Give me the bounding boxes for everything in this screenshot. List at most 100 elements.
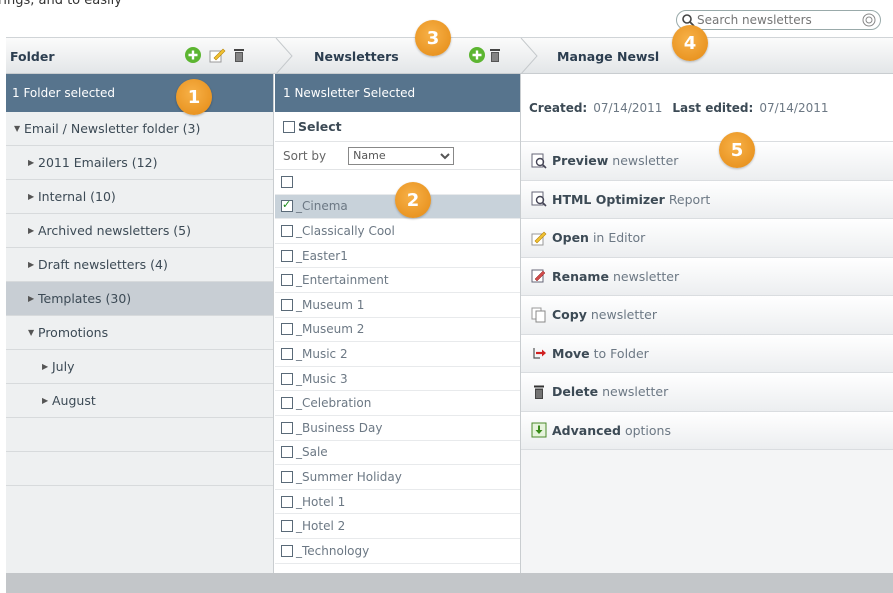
clear-search-icon[interactable] [862, 13, 876, 27]
folder-label: Archived newsletters (5) [38, 223, 192, 238]
newsletter-label: _Business Day [296, 420, 383, 435]
newsletter-checkbox[interactable] [281, 274, 293, 287]
action-bold: Move [552, 345, 590, 361]
delete-folder-icon[interactable] [230, 46, 248, 64]
edit-folder-icon[interactable] [208, 46, 226, 64]
newsletter-item[interactable]: _Entertainment [275, 268, 520, 293]
folder-label: Promotions [38, 325, 109, 340]
advanced-icon [531, 422, 547, 438]
folder-label: Templates (30) [38, 291, 132, 306]
folder-item-archived[interactable]: ▶ Archived newsletters (5) [6, 214, 273, 248]
footer-bar [6, 573, 893, 593]
folder-label: Internal (10) [38, 189, 116, 204]
move-action[interactable]: Move to Folder [521, 334, 893, 373]
folder-item-july[interactable]: ▶ July [6, 350, 273, 384]
collapsed-arrow-icon[interactable]: ▶ [28, 158, 38, 167]
newsletter-checkbox[interactable] [281, 544, 293, 557]
collapsed-arrow-icon[interactable]: ▶ [28, 226, 38, 235]
manage-column-title: Manage Newsl [557, 48, 660, 64]
add-folder-icon[interactable] [184, 46, 202, 64]
folder-empty-row [6, 418, 273, 452]
action-list: Preview newsletter HTML Optimizer Report O… [521, 142, 893, 450]
collapsed-arrow-icon[interactable]: ▶ [42, 396, 52, 405]
folder-label: Draft newsletters (4) [38, 257, 168, 272]
folder-item-august[interactable]: ▶ August [6, 384, 273, 418]
sort-select[interactable]: Name [348, 146, 455, 165]
newsletter-checkbox[interactable] [281, 470, 293, 483]
newsletter-checkbox[interactable] [281, 421, 293, 434]
newsletter-item[interactable]: _Sale [275, 441, 520, 466]
folder-item-promotions[interactable]: ▼ Promotions [6, 316, 273, 350]
delete-newsletter-icon[interactable] [486, 46, 504, 64]
newsletter-checkbox[interactable] [281, 249, 293, 262]
newsletter-label: _Entertainment [296, 273, 389, 288]
search-box[interactable] [676, 10, 881, 30]
folder-item-templates[interactable]: ▶ Templates (30) [6, 282, 273, 316]
newsletter-checkbox[interactable] [281, 372, 293, 385]
newsletter-item[interactable]: _Museum 2 [275, 318, 520, 343]
newsletter-item[interactable]: _Classically Cool [275, 219, 520, 244]
newsletter-checkbox[interactable] [281, 397, 293, 410]
folder-item-email-newsletter[interactable]: ▼ Email / Newsletter folder (3) [6, 112, 273, 146]
action-bold: Open [552, 230, 589, 246]
folder-label: July [52, 359, 75, 374]
newsletter-item[interactable]: _Celebration [275, 391, 520, 416]
expanded-arrow-icon[interactable]: ▼ [28, 328, 38, 337]
newsletter-item[interactable]: _Business Day [275, 416, 520, 441]
newsletter-checkbox[interactable] [281, 347, 293, 360]
folder-item-draft[interactable]: ▶ Draft newsletters (4) [6, 248, 273, 282]
action-text: options [624, 422, 671, 438]
newsletter-list: _Cinema _Classically Cool _Easter1 _Ente… [275, 170, 520, 564]
newsletter-item[interactable]: _Hotel 2 [275, 514, 520, 539]
select-all-label: Select [298, 119, 342, 134]
action-text: newsletter [602, 384, 669, 400]
html-optimizer-action[interactable]: HTML Optimizer Report [521, 180, 893, 219]
action-text: Report [668, 191, 711, 207]
newsletter-item[interactable]: _Music 3 [275, 367, 520, 392]
folder-label: 2011 Emailers (12) [38, 155, 158, 170]
collapsed-arrow-icon[interactable]: ▶ [28, 192, 38, 201]
action-bold: Advanced [552, 422, 621, 438]
collapsed-arrow-icon[interactable]: ▶ [28, 294, 38, 303]
advanced-action[interactable]: Advanced options [521, 411, 893, 450]
add-newsletter-icon[interactable] [468, 46, 486, 64]
newsletter-label: _Music 3 [296, 371, 348, 386]
newsletter-label: _Easter1 [296, 248, 348, 263]
rename-action[interactable]: Rename newsletter [521, 257, 893, 296]
newsletter-checkbox[interactable] [281, 224, 293, 237]
folder-item-2011-emailers[interactable]: ▶ 2011 Emailers (12) [6, 146, 273, 180]
expanded-arrow-icon[interactable]: ▼ [14, 124, 24, 133]
callout-badge-5: 5 [719, 132, 755, 168]
action-bold: Preview [552, 153, 609, 169]
newsletter-item[interactable]: _Museum 1 [275, 293, 520, 318]
copy-action[interactable]: Copy newsletter [521, 296, 893, 335]
search-input[interactable] [697, 13, 847, 27]
open-editor-action[interactable]: Open in Editor [521, 219, 893, 258]
collapsed-arrow-icon[interactable]: ▶ [42, 362, 52, 371]
newsletter-checkbox[interactable] [281, 446, 293, 459]
newsletter-item[interactable]: _Music 2 [275, 342, 520, 367]
action-bold: HTML Optimizer [552, 191, 665, 207]
folder-selected-banner: 1 Folder selected [6, 74, 273, 112]
collapsed-arrow-icon[interactable]: ▶ [28, 260, 38, 269]
newsletter-item[interactable]: _Summer Holiday [275, 465, 520, 490]
newsletter-checkbox[interactable] [281, 198, 293, 213]
rename-icon [531, 269, 546, 283]
action-text: newsletter [612, 153, 679, 169]
newsletter-checkbox[interactable] [281, 175, 293, 188]
folder-item-internal[interactable]: ▶ Internal (10) [6, 180, 273, 214]
select-all-row[interactable]: Select [275, 112, 520, 142]
newsletter-checkbox[interactable] [281, 298, 293, 311]
delete-action[interactable]: Delete newsletter [521, 373, 893, 412]
newsletter-checkbox[interactable] [281, 323, 293, 336]
preview-action[interactable]: Preview newsletter [521, 142, 893, 181]
select-all-checkbox[interactable] [283, 120, 295, 133]
newsletter-item[interactable]: _Easter1 [275, 244, 520, 269]
newsletter-checkbox[interactable] [281, 495, 293, 508]
newsletter-checkbox[interactable] [281, 520, 293, 533]
action-text: newsletter [612, 268, 680, 284]
newsletter-label: _Music 2 [296, 346, 348, 361]
newsletter-item[interactable]: _Technology [275, 539, 520, 564]
action-text: in Editor [592, 230, 646, 246]
newsletter-item[interactable]: _Hotel 1 [275, 490, 520, 515]
